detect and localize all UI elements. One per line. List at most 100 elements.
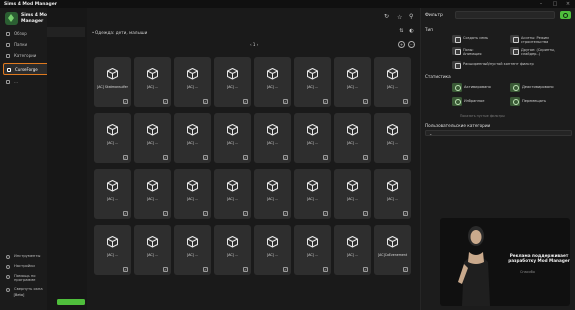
sub-panel-selected-row[interactable] bbox=[47, 27, 85, 37]
mod-card-checkbox[interactable]: ✓ bbox=[243, 99, 248, 104]
mod-card-checkbox[interactable]: ✓ bbox=[123, 211, 128, 216]
close-icon[interactable]: × bbox=[561, 0, 575, 8]
mod-card-checkbox[interactable]: ✓ bbox=[203, 155, 208, 160]
mod-card-checkbox[interactable]: ✓ bbox=[363, 99, 368, 104]
mod-card[interactable]: [AC] … ✓ bbox=[94, 225, 131, 275]
mod-card-checkbox[interactable]: ✓ bbox=[163, 211, 168, 216]
mod-card[interactable]: [AC] Skatmansulfer ✓ bbox=[94, 57, 131, 107]
add-icon[interactable]: + bbox=[398, 41, 405, 48]
pin-icon[interactable]: ⚲ bbox=[409, 13, 413, 20]
mod-card[interactable]: [AC] … ✓ bbox=[294, 169, 331, 219]
mod-card[interactable]: [AC] … ✓ bbox=[214, 57, 251, 107]
mod-card[interactable]: [AC] … ✓ bbox=[294, 225, 331, 275]
more-icon[interactable]: ⋯ bbox=[408, 41, 415, 48]
mod-card-checkbox[interactable]: ✓ bbox=[283, 267, 288, 272]
mod-card-checkbox[interactable]: ✓ bbox=[283, 155, 288, 160]
sidebar-item-folders[interactable]: Папки bbox=[3, 40, 51, 49]
sidebar-item-curseforge[interactable]: CurseForge bbox=[3, 63, 52, 75]
mod-card-checkbox[interactable]: ✓ bbox=[403, 211, 408, 216]
mod-card[interactable]: [AC] … ✓ bbox=[134, 169, 171, 219]
mod-card-checkbox[interactable]: ✓ bbox=[163, 99, 168, 104]
mod-card[interactable]: [AC] … ✓ bbox=[94, 113, 131, 163]
mod-card[interactable]: [AC] … ✓ bbox=[174, 169, 211, 219]
mod-card[interactable]: [AC]CoEvenement ✓ bbox=[374, 225, 411, 275]
mod-card-checkbox[interactable]: ✓ bbox=[323, 99, 328, 104]
mod-card-checkbox[interactable]: ✓ bbox=[203, 99, 208, 104]
star-icon[interactable]: ☆ bbox=[397, 14, 402, 21]
mod-card[interactable]: [AC] … ✓ bbox=[294, 57, 331, 107]
sort-icon[interactable]: ⇅ bbox=[398, 28, 405, 35]
mod-card[interactable]: [AC] … ✓ bbox=[254, 113, 291, 163]
mod-card[interactable]: [AC] … ✓ bbox=[174, 113, 211, 163]
pager[interactable]: ‹ 1 › bbox=[250, 42, 258, 47]
mod-card-checkbox[interactable]: ✓ bbox=[323, 267, 328, 272]
mod-card-checkbox[interactable]: ✓ bbox=[403, 99, 408, 104]
mod-card-checkbox[interactable]: ✓ bbox=[363, 155, 368, 160]
mod-card[interactable]: [AC] … ✓ bbox=[94, 169, 131, 219]
mod-card-checkbox[interactable]: ✓ bbox=[163, 155, 168, 160]
next-page-icon[interactable]: › bbox=[255, 42, 259, 47]
filter-option-cas[interactable]: Создать семь bbox=[452, 34, 517, 44]
show-empty-filters-link[interactable]: Показать пустые фильтры bbox=[460, 114, 505, 118]
mod-card[interactable]: [AC] … ✓ bbox=[214, 169, 251, 219]
filter-option-build[interactable]: Ассеты: Режим строительства bbox=[510, 34, 575, 44]
mod-card[interactable]: [AC] … ✓ bbox=[374, 113, 411, 163]
sidebar-item-settings[interactable]: Настройки bbox=[3, 262, 48, 271]
refresh-icon[interactable]: ↻ bbox=[384, 13, 389, 20]
search-input[interactable] bbox=[455, 11, 555, 19]
mod-card[interactable]: [AC] … ✓ bbox=[374, 57, 411, 107]
mod-card-checkbox[interactable]: ✓ bbox=[243, 267, 248, 272]
stat-move[interactable]: Перемещать bbox=[510, 96, 575, 108]
sidebar-item-categories[interactable]: Категории bbox=[3, 51, 51, 60]
mod-card[interactable]: [AC] … ✓ bbox=[214, 113, 251, 163]
filter-option-poses[interactable]: Позы: Анимация bbox=[452, 46, 517, 56]
filter-option-other[interactable]: Другое: (Скрипты, слайдер..) bbox=[510, 46, 575, 56]
toggle-icon[interactable]: ◐ bbox=[408, 28, 415, 35]
mod-card[interactable]: [AC] … ✓ bbox=[174, 225, 211, 275]
mod-card-checkbox[interactable]: ✓ bbox=[363, 267, 368, 272]
mod-card[interactable]: [AC] … ✓ bbox=[294, 113, 331, 163]
mod-card-checkbox[interactable]: ✓ bbox=[283, 211, 288, 216]
mod-card[interactable]: [AC] … ✓ bbox=[334, 57, 371, 107]
mod-card[interactable]: [AC] … ✓ bbox=[374, 169, 411, 219]
mod-card-checkbox[interactable]: ✓ bbox=[243, 155, 248, 160]
mod-card[interactable]: [AC] … ✓ bbox=[214, 225, 251, 275]
mod-card[interactable]: [AC] … ✓ bbox=[134, 225, 171, 275]
stat-favorites[interactable]: Избранное bbox=[452, 96, 517, 108]
update-button[interactable] bbox=[57, 299, 85, 305]
mod-card-checkbox[interactable]: ✓ bbox=[203, 211, 208, 216]
stat-inactive[interactable]: Деактивировано bbox=[510, 82, 575, 94]
maximize-icon[interactable]: □ bbox=[548, 0, 562, 8]
mod-card-checkbox[interactable]: ✓ bbox=[323, 155, 328, 160]
mod-card[interactable]: [AC] … ✓ bbox=[334, 169, 371, 219]
user-categories-select[interactable]: ⌄ bbox=[425, 130, 572, 136]
stat-active[interactable]: Активировано bbox=[452, 82, 517, 94]
mod-card-checkbox[interactable]: ✓ bbox=[203, 267, 208, 272]
sidebar-item-help[interactable]: Помощь по программе bbox=[3, 272, 48, 284]
search-button[interactable] bbox=[560, 11, 571, 19]
mod-card[interactable]: [AC] … ✓ bbox=[134, 113, 171, 163]
mod-card-checkbox[interactable]: ✓ bbox=[123, 99, 128, 104]
mod-card-checkbox[interactable]: ✓ bbox=[323, 211, 328, 216]
mod-card-checkbox[interactable]: ✓ bbox=[283, 99, 288, 104]
sidebar-item-more[interactable]: … bbox=[3, 77, 51, 86]
mod-card-checkbox[interactable]: ✓ bbox=[163, 267, 168, 272]
mod-card[interactable]: [AC] … ✓ bbox=[174, 57, 211, 107]
mod-card[interactable]: [AC] … ✓ bbox=[334, 113, 371, 163]
minimize-icon[interactable]: – bbox=[534, 0, 548, 8]
mod-card[interactable]: [AC] … ✓ bbox=[254, 169, 291, 219]
group-header[interactable]: Одежда: дети, малыши bbox=[95, 30, 147, 35]
mod-card[interactable]: [AC] … ✓ bbox=[134, 57, 171, 107]
mod-card-checkbox[interactable]: ✓ bbox=[363, 211, 368, 216]
mod-card[interactable]: [AC] … ✓ bbox=[334, 225, 371, 275]
mod-card-checkbox[interactable]: ✓ bbox=[403, 267, 408, 272]
mod-card-checkbox[interactable]: ✓ bbox=[243, 211, 248, 216]
mod-card-checkbox[interactable]: ✓ bbox=[123, 267, 128, 272]
sidebar-item-overview[interactable]: Обзор bbox=[3, 29, 51, 38]
mod-card[interactable]: [AC] … ✓ bbox=[254, 57, 291, 107]
sidebar-item-tools[interactable]: Инструменты bbox=[3, 252, 48, 261]
mod-card-checkbox[interactable]: ✓ bbox=[123, 155, 128, 160]
mod-card[interactable]: [AC] … ✓ bbox=[254, 225, 291, 275]
mod-card-checkbox[interactable]: ✓ bbox=[403, 155, 408, 160]
filter-option-extended[interactable]: Расширенный/пустой контент фильтр bbox=[452, 60, 562, 70]
